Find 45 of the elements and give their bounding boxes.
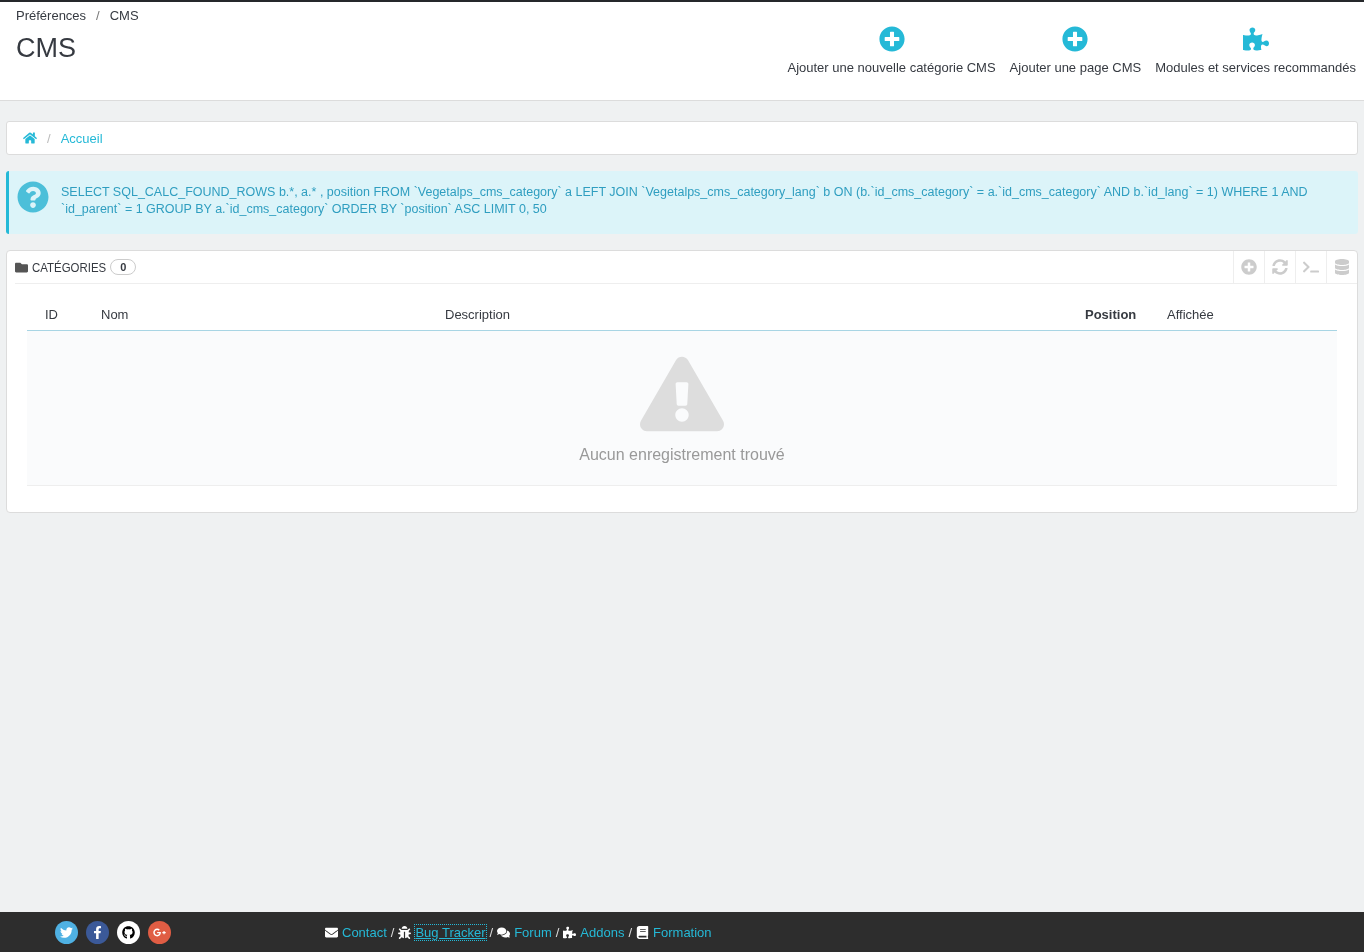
column-header[interactable]: Position [1085, 307, 1167, 322]
bird-icon [60, 925, 73, 939]
link-separator: / [390, 924, 395, 940]
toolbar-button[interactable]: Ajouter une page CMS [1009, 26, 1142, 100]
column-header[interactable]: Affichée [1167, 307, 1337, 322]
footer-link[interactable]: Contact [342, 924, 387, 940]
social-button[interactable] [55, 920, 78, 944]
breadcrumb-item: CMS [109, 8, 139, 23]
footer-link[interactable]: Forum [514, 924, 552, 940]
column-header[interactable]: Nom [101, 307, 445, 322]
footer-link[interactable]: Formation [653, 924, 712, 940]
question-icon [17, 181, 49, 213]
puzzle-icon [563, 925, 577, 939]
link-separator: / [555, 924, 560, 940]
chat-icon [497, 925, 511, 939]
bug-icon [398, 925, 412, 939]
link-separator: / [489, 924, 494, 940]
book-icon [636, 925, 650, 939]
terminal-icon [1303, 259, 1319, 275]
link-separator: / [628, 924, 633, 940]
panel-title: CATÉGORIES [32, 259, 107, 275]
footer-link[interactable]: Addons [580, 924, 625, 940]
social-button[interactable] [117, 920, 140, 944]
home-icon[interactable] [23, 131, 37, 145]
footer-link[interactable]: Bug Tracker [415, 924, 486, 940]
breadcrumb-separator: / [96, 8, 100, 23]
toolbar-button[interactable]: Modules et services recommandés [1155, 26, 1356, 100]
envelope-icon [325, 925, 338, 939]
folder-icon [15, 260, 28, 274]
add-icon [1241, 259, 1257, 275]
column-header[interactable]: Description [445, 307, 1085, 322]
f-letter-icon [91, 925, 104, 939]
sql-query-text: SELECT SQL_CALC_FOUND_ROWS b.*, a.* , position FROM `Vegetalps_cms_category` a LEFT JOIN `Vegetalps_cms_category_lang` b ON (b.`id_cms_category` = a.`id_cms_category` AND b.`id_lang` = 1) WHERE 1 AND `id_parent` = 1 GROUP BY a.`id_cms_category` ORDER BY `position` ASC LIMIT 0, 50 [61, 184, 1309, 218]
column-header[interactable]: ID [45, 307, 101, 322]
database-icon [1334, 259, 1350, 275]
breadcrumb-item[interactable]: Préférences [16, 8, 87, 23]
page-title: CMS [16, 33, 77, 64]
toolbar-button[interactable]: Ajouter une nouvelle catégorie CMS [787, 26, 996, 100]
empty-message: Aucun enregistrement trouvé [579, 446, 785, 464]
puzzle-icon [1242, 26, 1269, 52]
refresh-icon [1272, 259, 1288, 275]
social-button[interactable] [148, 920, 171, 944]
breadcrumb-separator: / [47, 130, 51, 146]
social-button[interactable] [86, 920, 109, 944]
cat-icon [122, 925, 135, 939]
